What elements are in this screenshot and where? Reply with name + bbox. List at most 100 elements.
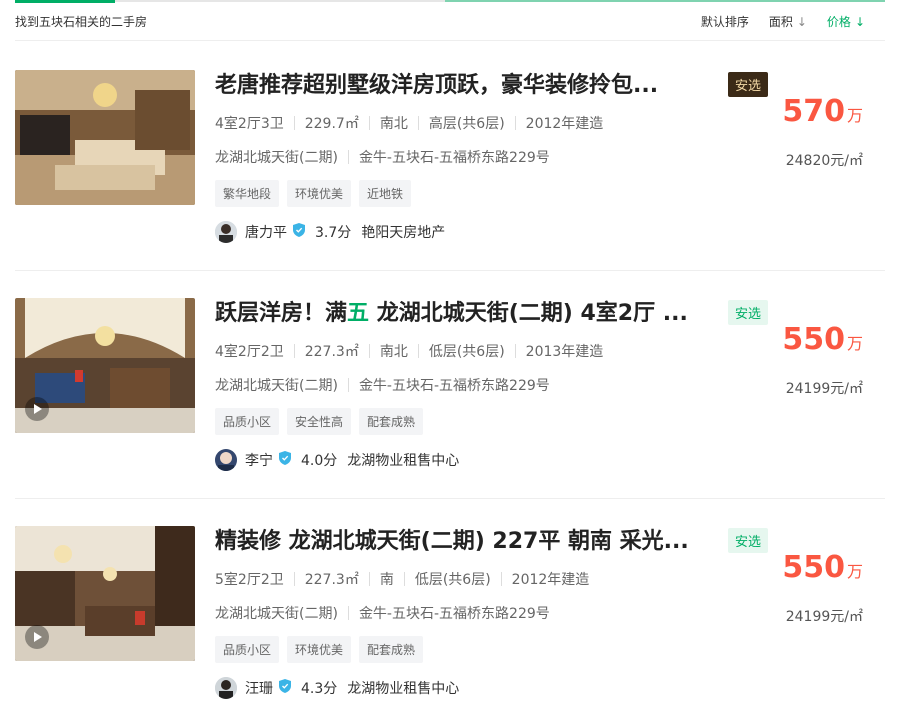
- community-link[interactable]: 龙湖北城天街(二期): [215, 147, 338, 167]
- divider: [500, 572, 502, 586]
- anxuan-badge: 安选: [728, 300, 769, 325]
- arrow-down-icon: ↓: [854, 15, 865, 29]
- price-value: 570: [782, 94, 845, 129]
- listing-title[interactable]: 精装修 龙湖北城天街(二期) 227平 朝南 采光...: [215, 523, 715, 555]
- divider: [347, 378, 349, 392]
- divider: [417, 116, 419, 130]
- listing-address: 龙湖北城天街(二期) 金牛-五块石-五福桥东路229号: [215, 147, 550, 167]
- tab-indicator-accent: [445, 0, 885, 2]
- rooms: 4室2厅2卫: [215, 344, 284, 360]
- agency-name: 艳阳天房地产: [361, 225, 446, 241]
- anxuan-badge: 安选: [728, 72, 769, 97]
- sort-price[interactable]: 价格 ↓: [827, 13, 865, 30]
- area: 227.3㎡: [304, 344, 359, 360]
- location: 金牛-五块石-五福桥东路229号: [358, 378, 550, 394]
- tag: 安全性高: [287, 408, 352, 435]
- price-unit: 万: [846, 562, 863, 581]
- agent-score: 4.0分: [301, 453, 338, 469]
- listing-title[interactable]: 跃层洋房！满五 龙湖北城天街(二期) 4室2厅 ...: [215, 295, 715, 327]
- total-price: 550 万: [782, 322, 863, 357]
- results-header: 找到五块石相关的二手房 默认排序 面积 ↓ 价格 ↓: [15, 0, 885, 41]
- rooms: 4室2厅3卫: [215, 116, 284, 132]
- area: 227.3㎡: [304, 572, 359, 588]
- agency-name: 龙湖物业租售中心: [347, 681, 460, 697]
- listing-title[interactable]: 老唐推荐超别墅级洋房顶跃，豪华装修拎包...: [215, 67, 715, 99]
- divider: [403, 572, 405, 586]
- listing-info: 4室2厅2卫 227.3㎡ 南北 低层(共6层) 2013年建造: [215, 341, 603, 361]
- tab-underline: [15, 0, 885, 3]
- agency-name: 龙湖物业租售中心: [347, 453, 460, 469]
- sort-options: 默认排序 面积 ↓ 价格 ↓: [701, 13, 865, 30]
- tag: 品质小区: [215, 636, 280, 663]
- tag: 繁华地段: [215, 180, 280, 207]
- listing-tags: 品质小区 环境优美 配套成熟: [215, 636, 424, 663]
- agent-avatar[interactable]: [215, 677, 237, 699]
- build-year: 2013年建造: [525, 344, 604, 360]
- sort-default[interactable]: 默认排序: [701, 13, 749, 30]
- build-year: 2012年建造: [525, 116, 604, 132]
- sort-price-label: 价格: [826, 15, 851, 29]
- divider: [368, 116, 370, 130]
- sort-default-label: 默认排序: [700, 15, 749, 29]
- agent-score: 4.3分: [301, 681, 338, 697]
- listing-card[interactable]: 老唐推荐超别墅级洋房顶跃，豪华装修拎包... 安选 4室2厅3卫 229.7㎡ …: [15, 42, 885, 271]
- divider: [514, 116, 516, 130]
- agent-avatar[interactable]: [215, 449, 237, 471]
- agent-name[interactable]: 李宁: [245, 450, 273, 470]
- community-link[interactable]: 龙湖北城天街(二期): [215, 375, 338, 395]
- title-text: 跃层洋房！满: [215, 301, 348, 326]
- verified-shield-icon: [293, 223, 305, 241]
- community-link[interactable]: 龙湖北城天街(二期): [215, 603, 338, 623]
- listing-info: 5室2厅2卫 227.3㎡ 南 低层(共6层) 2012年建造: [215, 569, 589, 589]
- price-value: 550: [782, 322, 845, 357]
- floor: 低层(共6层): [428, 344, 505, 360]
- listing-card[interactable]: 精装修 龙湖北城天街(二期) 227平 朝南 采光... 安选 5室2厅2卫 2…: [15, 498, 885, 726]
- tag: 配套成熟: [359, 636, 424, 663]
- verified-shield-icon: [279, 451, 291, 469]
- rooms: 5室2厅2卫: [215, 572, 284, 588]
- orientation: 南北: [379, 116, 408, 132]
- sort-area-label: 面积: [768, 15, 793, 29]
- unit-price: 24820元/㎡: [785, 153, 863, 169]
- price-value: 550: [782, 550, 845, 585]
- listing-tags: 品质小区 安全性高 配套成熟: [215, 408, 424, 435]
- agent-info[interactable]: 李宁 4.0分 龙湖物业租售中心: [215, 449, 459, 471]
- price-unit: 万: [846, 106, 863, 125]
- agent-name[interactable]: 唐力平: [245, 222, 287, 242]
- divider: [293, 116, 295, 130]
- title-highlight: 五: [347, 301, 370, 326]
- floor: 低层(共6层): [414, 572, 491, 588]
- listing-photo[interactable]: [15, 70, 195, 205]
- listing-card[interactable]: 跃层洋房！满五 龙湖北城天街(二期) 4室2厅 ... 安选 4室2厅2卫 22…: [15, 270, 885, 499]
- listing-photo[interactable]: [15, 526, 195, 661]
- floor: 高层(共6层): [428, 116, 505, 132]
- agent-avatar[interactable]: [215, 221, 237, 243]
- agent-info[interactable]: 唐力平 3.7分 艳阳天房地产: [215, 221, 445, 243]
- location: 金牛-五块石-五福桥东路229号: [358, 606, 550, 622]
- unit-price: 24199元/㎡: [785, 609, 863, 625]
- verified-shield-icon: [279, 679, 291, 697]
- total-price: 570 万: [782, 94, 863, 129]
- price-unit: 万: [846, 334, 863, 353]
- agent-score: 3.7分: [315, 225, 352, 241]
- total-price: 550 万: [782, 550, 863, 585]
- arrow-down-icon: ↓: [796, 15, 807, 29]
- video-play-icon[interactable]: [25, 397, 49, 421]
- listing-address: 龙湖北城天街(二期) 金牛-五块石-五福桥东路229号: [215, 375, 550, 395]
- video-play-icon[interactable]: [25, 625, 49, 649]
- listing-tags: 繁华地段 环境优美 近地铁: [215, 180, 412, 207]
- listing-address: 龙湖北城天街(二期) 金牛-五块石-五福桥东路229号: [215, 603, 550, 623]
- agent-name[interactable]: 汪珊: [245, 678, 273, 698]
- orientation: 南北: [379, 344, 408, 360]
- sort-area[interactable]: 面积 ↓: [769, 13, 807, 30]
- divider: [368, 344, 370, 358]
- agent-info[interactable]: 汪珊 4.3分 龙湖物业租售中心: [215, 677, 459, 699]
- area: 229.7㎡: [304, 116, 359, 132]
- divider: [293, 344, 295, 358]
- divider: [347, 150, 349, 164]
- listing-photo[interactable]: [15, 298, 195, 433]
- tag: 品质小区: [215, 408, 280, 435]
- divider: [347, 606, 349, 620]
- tag: 近地铁: [359, 180, 412, 207]
- location: 金牛-五块石-五福桥东路229号: [358, 150, 550, 166]
